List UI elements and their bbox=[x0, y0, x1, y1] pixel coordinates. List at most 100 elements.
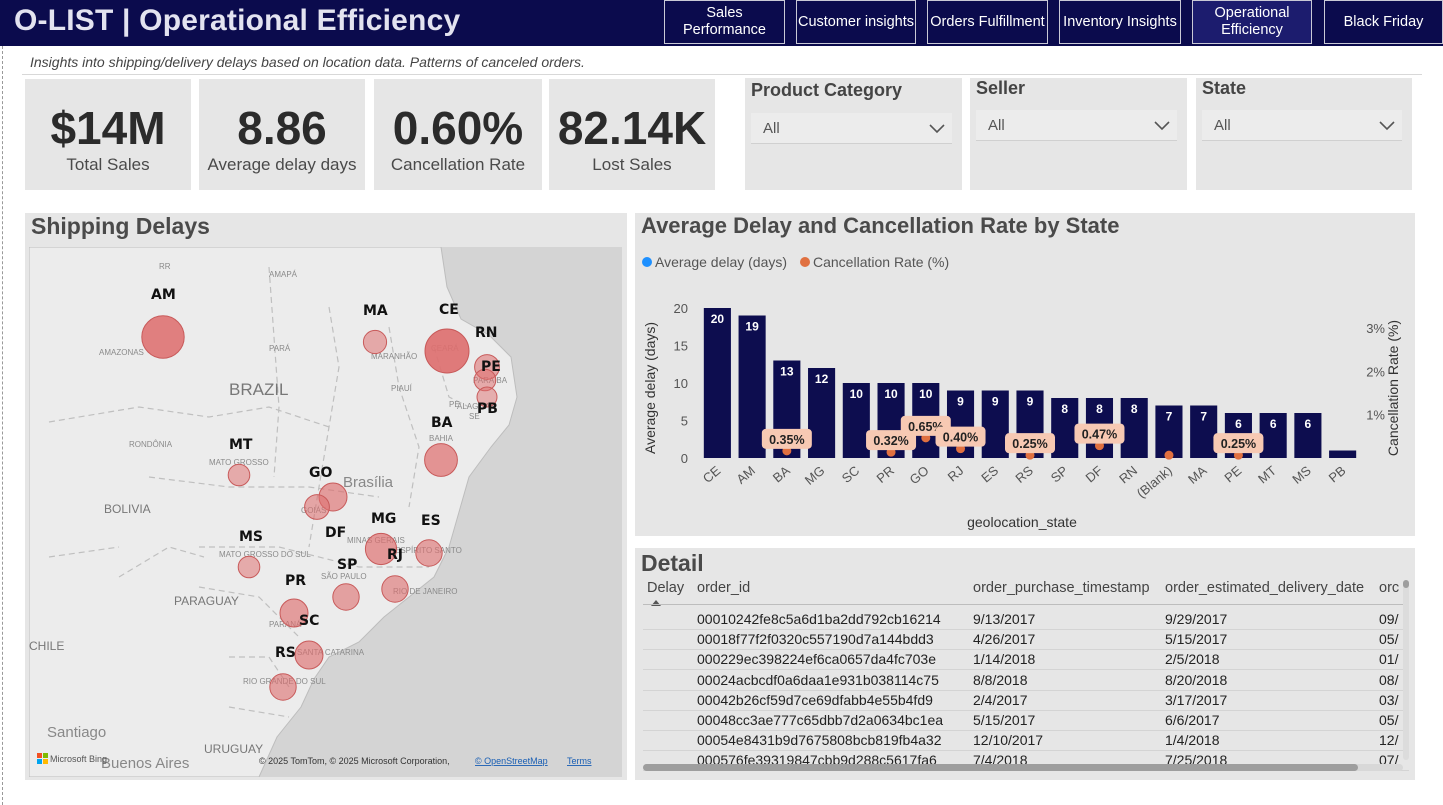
cancellation-data-label: 0.35% bbox=[769, 433, 804, 447]
legend-marker-average-delay bbox=[642, 257, 652, 267]
column-header-truncated[interactable]: orc bbox=[1379, 580, 1399, 596]
nav-sales-performance[interactable]: Sales Performance bbox=[664, 0, 785, 44]
delay-bubble-ms[interactable] bbox=[237, 555, 261, 579]
column-header-purchase-timestamp[interactable]: order_purchase_timestamp bbox=[973, 580, 1150, 596]
nav-customer-insights[interactable]: Customer insights bbox=[796, 0, 916, 44]
horizontal-scrollbar-track[interactable] bbox=[643, 764, 1403, 771]
table-cell: 5/15/2017 bbox=[1165, 631, 1228, 648]
slicer-title: Seller bbox=[976, 78, 1026, 98]
delay-bubble-rs[interactable] bbox=[269, 673, 297, 701]
delay-bubble-sp[interactable] bbox=[332, 583, 360, 611]
delay-bubble-ba[interactable] bbox=[424, 443, 458, 477]
region-label: PE bbox=[449, 400, 460, 409]
osm-link[interactable]: © OpenStreetMap bbox=[475, 756, 548, 766]
x-tick-label: (Blank) bbox=[1134, 463, 1175, 501]
region-label: BAHIA bbox=[429, 434, 454, 443]
table-cell: 8/8/2018 bbox=[973, 671, 1028, 688]
slicer-seller: Seller All bbox=[970, 78, 1187, 190]
city-label: Santiago bbox=[47, 724, 106, 741]
product-category-dropdown[interactable]: All bbox=[751, 113, 952, 144]
seller-dropdown[interactable]: All bbox=[976, 110, 1177, 141]
x-tick-label: MT bbox=[1255, 463, 1279, 487]
nav-black-friday[interactable]: Black Friday bbox=[1324, 0, 1443, 44]
bar-data-label: 12 bbox=[815, 372, 829, 386]
country-label: PARAGUAY bbox=[174, 594, 239, 608]
nav-inventory-insights[interactable]: Inventory Insights bbox=[1059, 0, 1181, 44]
bar-data-label: 7 bbox=[1166, 410, 1173, 424]
bubble-label: ES bbox=[421, 513, 441, 529]
shipping-delays-map[interactable]: BRAZIL BOLIVIA PARAGUAY CHILE URUGUAY Brasíli… bbox=[29, 247, 622, 777]
delay-cancellation-chart: Average delay (days) Cancellation Rate (… bbox=[642, 254, 1401, 530]
slicer-title: State bbox=[1202, 78, 1247, 98]
table-row[interactable]: 00048cc3ae777c65dbb7d2a0634bc1ea 5/15/201… bbox=[639, 711, 1409, 731]
bubble-label: PB bbox=[477, 401, 498, 417]
bar-pb[interactable] bbox=[1329, 450, 1357, 459]
delay-bubble-es[interactable] bbox=[415, 539, 443, 567]
cancellation-data-label: 0.25% bbox=[1221, 437, 1256, 451]
bar-data-label: 9 bbox=[992, 395, 999, 409]
vertical-scrollbar-thumb[interactable] bbox=[1403, 580, 1409, 588]
horizontal-scrollbar-thumb[interactable] bbox=[643, 764, 1358, 771]
region-label: PIAUÍ bbox=[391, 384, 413, 393]
table-row[interactable]: 00054e8431b9d7675808bcb819fb4a32 12/10/20… bbox=[639, 731, 1409, 751]
y-axis-title: Average delay (days) bbox=[642, 322, 658, 454]
bar-data-label: 6 bbox=[1270, 417, 1277, 431]
table-row[interactable]: 00042b26cf59d7ce69dfabb4e55b4fd9 2/4/2017… bbox=[639, 691, 1409, 711]
bubble-label: MT bbox=[229, 437, 253, 453]
nav-operational-efficiency[interactable]: Operational Efficiency bbox=[1192, 0, 1312, 44]
bar-am[interactable] bbox=[738, 315, 766, 459]
bubble-label: BA bbox=[431, 415, 453, 431]
bar-data-label: 10 bbox=[919, 387, 933, 401]
region-label: AMAZONAS bbox=[99, 348, 144, 357]
delay-bubble-df[interactable] bbox=[304, 494, 330, 520]
nav-orders-fulfillment[interactable]: Orders Fulfillment bbox=[927, 0, 1048, 44]
cancellation-data-label: 0.25% bbox=[1012, 437, 1047, 451]
region-label: PARÁ bbox=[269, 344, 291, 353]
delay-bubble-rj[interactable] bbox=[381, 575, 409, 603]
table-cell: 1/4/2018 bbox=[1165, 732, 1220, 749]
table-cell: 000229ec398224ef6ca0657da4fc703e bbox=[697, 651, 937, 668]
slicer-product-category: Product Category All bbox=[745, 78, 962, 190]
table-row[interactable]: 00018f77f2f0320c557190d7a144bdd3 4/26/201… bbox=[639, 630, 1409, 650]
kpi-value: 0.60% bbox=[392, 102, 524, 154]
table-cell: 12/ bbox=[1379, 732, 1399, 749]
region-label: AMAPÁ bbox=[269, 270, 298, 279]
map-title: Shipping Delays bbox=[31, 213, 210, 239]
column-header-delay[interactable]: Delay bbox=[647, 580, 684, 596]
cancellation-point[interactable] bbox=[1164, 450, 1174, 460]
delay-bubble-am[interactable] bbox=[141, 315, 185, 359]
column-header-estimated-delivery[interactable]: order_estimated_delivery_date bbox=[1165, 580, 1364, 596]
cancellation-data-label: 0.47% bbox=[1082, 428, 1117, 442]
table-row[interactable]: 00024acbcdf0a6daa1e931b038114c75 8/8/2018… bbox=[639, 671, 1409, 691]
table-row[interactable]: 00010242fe8c5a6d1ba2dd792cb16214 9/13/201… bbox=[639, 610, 1409, 630]
table-cell: 4/26/2017 bbox=[973, 631, 1036, 648]
bing-logo-text: Microsoft Bing bbox=[50, 754, 107, 764]
terms-link[interactable]: Terms bbox=[567, 756, 592, 766]
kpi-value: $14M bbox=[50, 102, 166, 154]
delay-bubble-sc[interactable] bbox=[294, 640, 324, 670]
x-tick-label: MG bbox=[802, 463, 828, 488]
bar-data-label: 8 bbox=[1131, 402, 1138, 416]
column-header-order-id[interactable]: order_id bbox=[697, 580, 750, 596]
table-cell: 01/ bbox=[1379, 651, 1399, 668]
kpi-label: Cancellation Rate bbox=[390, 155, 526, 174]
city-label: Brasília bbox=[343, 474, 394, 491]
y2-tick-label: 1% bbox=[1366, 408, 1385, 423]
bubble-label: CE bbox=[439, 302, 459, 318]
table-cell: 00018f77f2f0320c557190d7a144bdd3 bbox=[697, 631, 934, 648]
bubble-label: SC bbox=[299, 613, 319, 629]
vertical-scrollbar-track[interactable] bbox=[1403, 580, 1409, 760]
slicer-state: State All bbox=[1196, 78, 1412, 190]
state-dropdown[interactable]: All bbox=[1202, 110, 1402, 141]
bar-data-label: 9 bbox=[1027, 395, 1034, 409]
delay-bubble-ce[interactable] bbox=[424, 328, 470, 374]
region-label: RR bbox=[159, 262, 171, 271]
sort-ascending-icon[interactable] bbox=[651, 600, 661, 606]
cancellation-data-label: 0.40% bbox=[943, 431, 978, 445]
table-cell: 00010242fe8c5a6d1ba2dd792cb16214 bbox=[697, 611, 941, 627]
y-tick-label: 0 bbox=[681, 451, 688, 466]
delay-bubble-ma[interactable] bbox=[362, 329, 388, 355]
table-row[interactable]: 000229ec398224ef6ca0657da4fc703e 1/14/201… bbox=[639, 650, 1409, 670]
delay-bubble-mt[interactable] bbox=[227, 463, 251, 487]
bar-ce[interactable] bbox=[703, 308, 731, 458]
